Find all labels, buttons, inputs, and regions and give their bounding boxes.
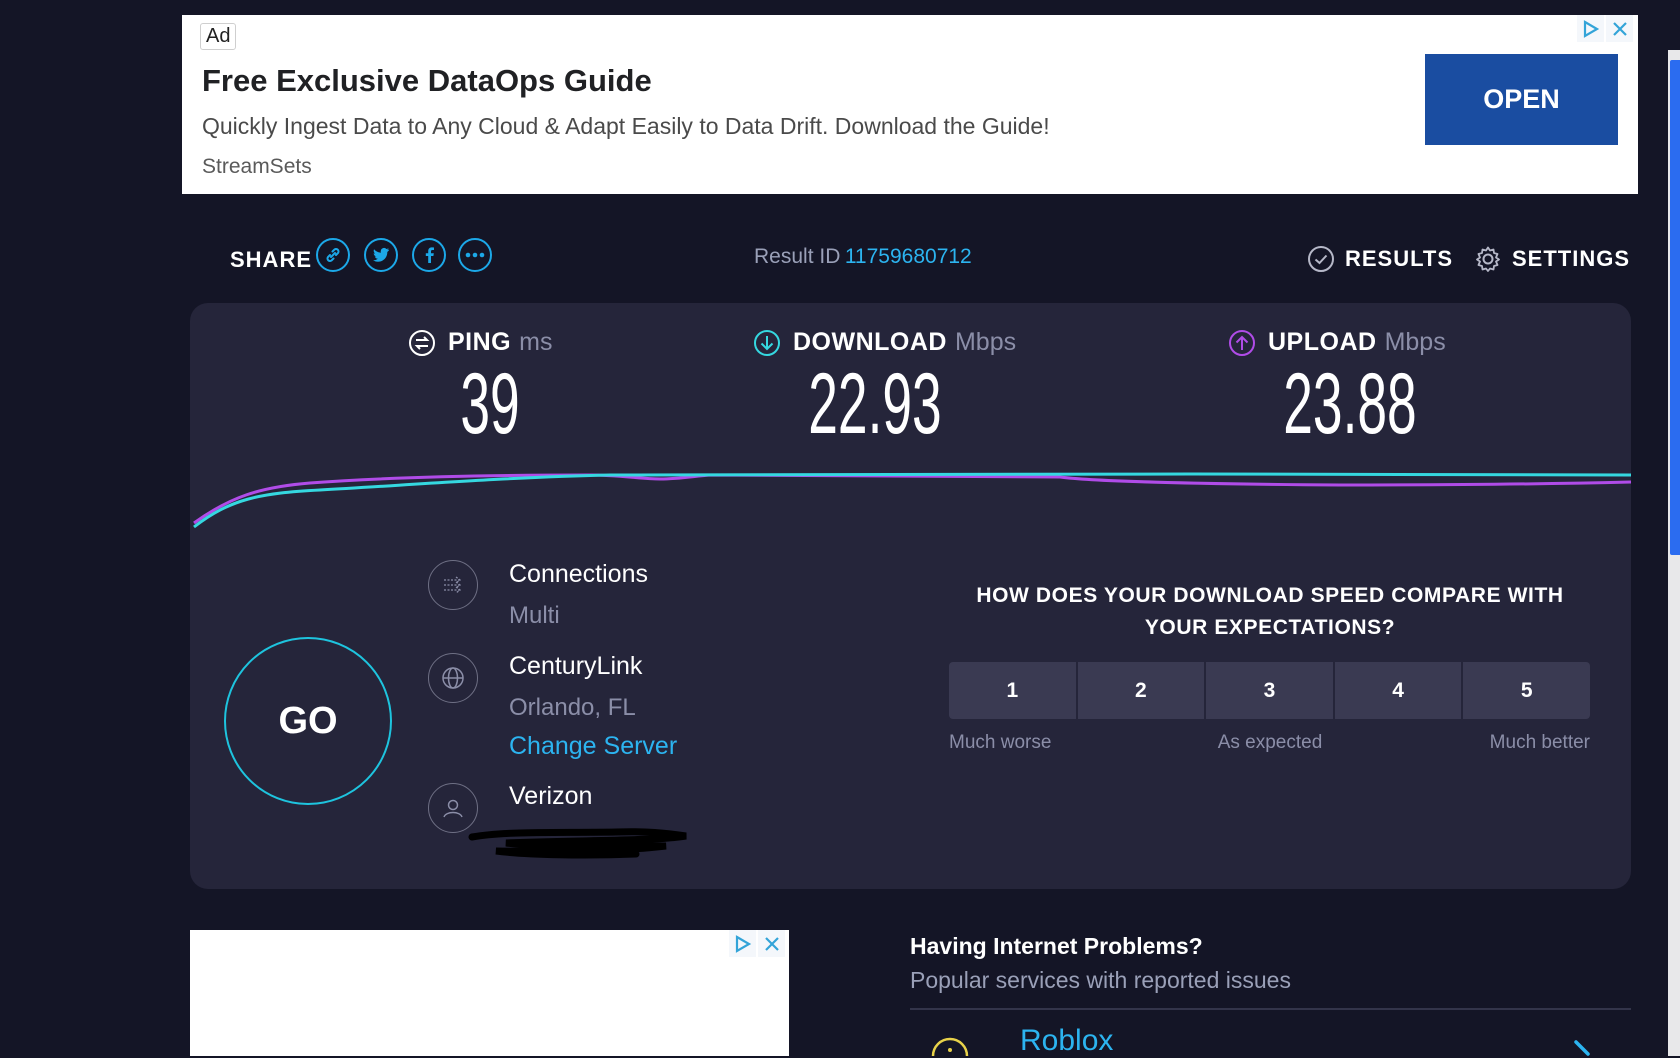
go-button[interactable]: GO [224, 637, 392, 805]
service-roblox-link[interactable]: Roblox [1020, 1024, 1113, 1058]
results-button[interactable]: RESULTS [1307, 245, 1453, 273]
ping-label: PING [448, 328, 512, 356]
redacted-ip-scribble [468, 828, 687, 859]
download-value-wrap: 22.93 [760, 355, 990, 454]
rating-buttons: 1 2 3 4 5 [949, 662, 1590, 719]
scrollbar-thumb[interactable] [1670, 60, 1680, 555]
download-header: DOWNLOAD Mbps [753, 328, 1016, 357]
expectation-question: HOW DOES YOUR DOWNLOAD SPEED COMPARE WIT… [940, 580, 1600, 644]
scale-mid-label: As expected [1217, 732, 1323, 753]
ad-badge: Ad [200, 23, 237, 50]
upload-label: UPLOAD [1268, 328, 1377, 356]
settings-label: SETTINGS [1512, 246, 1631, 271]
upload-icon [1229, 329, 1255, 356]
download-speed-line [193, 472, 1631, 529]
rating-2-button[interactable]: 2 [1077, 662, 1205, 719]
question-line-1: HOW DOES YOUR DOWNLOAD SPEED COMPARE WIT… [976, 584, 1564, 607]
download-label: DOWNLOAD [793, 328, 947, 356]
problems-subtitle: Popular services with reported issues [910, 967, 1291, 993]
bottom-ad-banner[interactable] [190, 930, 789, 1056]
change-server-link[interactable]: Change Server [509, 732, 677, 761]
result-id-row: Result ID 11759680712 [754, 245, 972, 269]
speed-graph [193, 472, 1631, 529]
problems-title: Having Internet Problems? [910, 933, 1203, 959]
share-label: SHARE [230, 247, 313, 272]
results-label: RESULTS [1345, 246, 1454, 271]
ad-title[interactable]: Free Exclusive DataOps Guide [202, 63, 652, 99]
server-name: CenturyLink [509, 652, 643, 680]
ping-icon [409, 329, 435, 356]
download-unit: Mbps [954, 328, 1017, 356]
rating-3-button[interactable]: 3 [1206, 662, 1333, 719]
ping-unit: ms [519, 328, 553, 356]
rating-5-button[interactable]: 5 [1463, 662, 1590, 719]
download-value: 22.93 [808, 356, 942, 452]
top-ad-banner[interactable]: Ad Free Exclusive DataOps Guide Quickly … [182, 15, 1638, 194]
ping-value-wrap: 39 [390, 355, 590, 454]
ad-close-icon[interactable] [1606, 15, 1633, 42]
connections-icon [428, 560, 478, 610]
connections-value: Multi [509, 602, 560, 629]
result-id-link[interactable]: 11759680712 [845, 245, 972, 268]
adchoices-icon[interactable] [729, 930, 756, 957]
more-icon[interactable] [458, 238, 492, 272]
settings-button[interactable]: SETTINGS [1474, 245, 1630, 273]
upload-unit: Mbps [1384, 328, 1446, 356]
upload-speed-line [193, 473, 1631, 525]
connections-label: Connections [509, 560, 648, 588]
facebook-icon[interactable] [412, 238, 446, 272]
adchoices-icon[interactable] [1577, 15, 1604, 42]
server-location: Orlando, FL [509, 694, 636, 721]
rating-1-button[interactable]: 1 [949, 662, 1076, 719]
isp-name: Verizon [509, 782, 593, 810]
globe-icon [428, 653, 478, 703]
upload-value-wrap: 23.88 [1235, 355, 1465, 454]
rating-4-button[interactable]: 4 [1334, 662, 1462, 719]
scale-high-label: Much better [1489, 732, 1590, 753]
scale-low-label: Much worse [949, 732, 1052, 753]
ad-close-icon[interactable] [758, 930, 785, 957]
ad-source: StreamSets [202, 155, 312, 178]
question-line-2: YOUR EXPECTATIONS? [1144, 616, 1396, 639]
divider [910, 1008, 1631, 1010]
ping-header: PING ms [408, 328, 552, 357]
upload-header: UPLOAD Mbps [1228, 328, 1446, 357]
ad-open-button[interactable]: OPEN [1425, 54, 1618, 145]
ping-value: 39 [460, 356, 520, 452]
ad-description: Quickly Ingest Data to Any Cloud & Adapt… [202, 113, 1050, 139]
twitter-icon[interactable] [364, 238, 398, 272]
link-icon[interactable] [316, 238, 350, 272]
warning-icon [931, 1037, 969, 1056]
check-circle-icon [1308, 246, 1334, 272]
chevron-right-icon[interactable] [1572, 1040, 1596, 1056]
gear-icon [1476, 246, 1500, 272]
download-icon [754, 329, 780, 356]
upload-value: 23.88 [1283, 356, 1417, 452]
result-id-label: Result ID [754, 245, 841, 268]
